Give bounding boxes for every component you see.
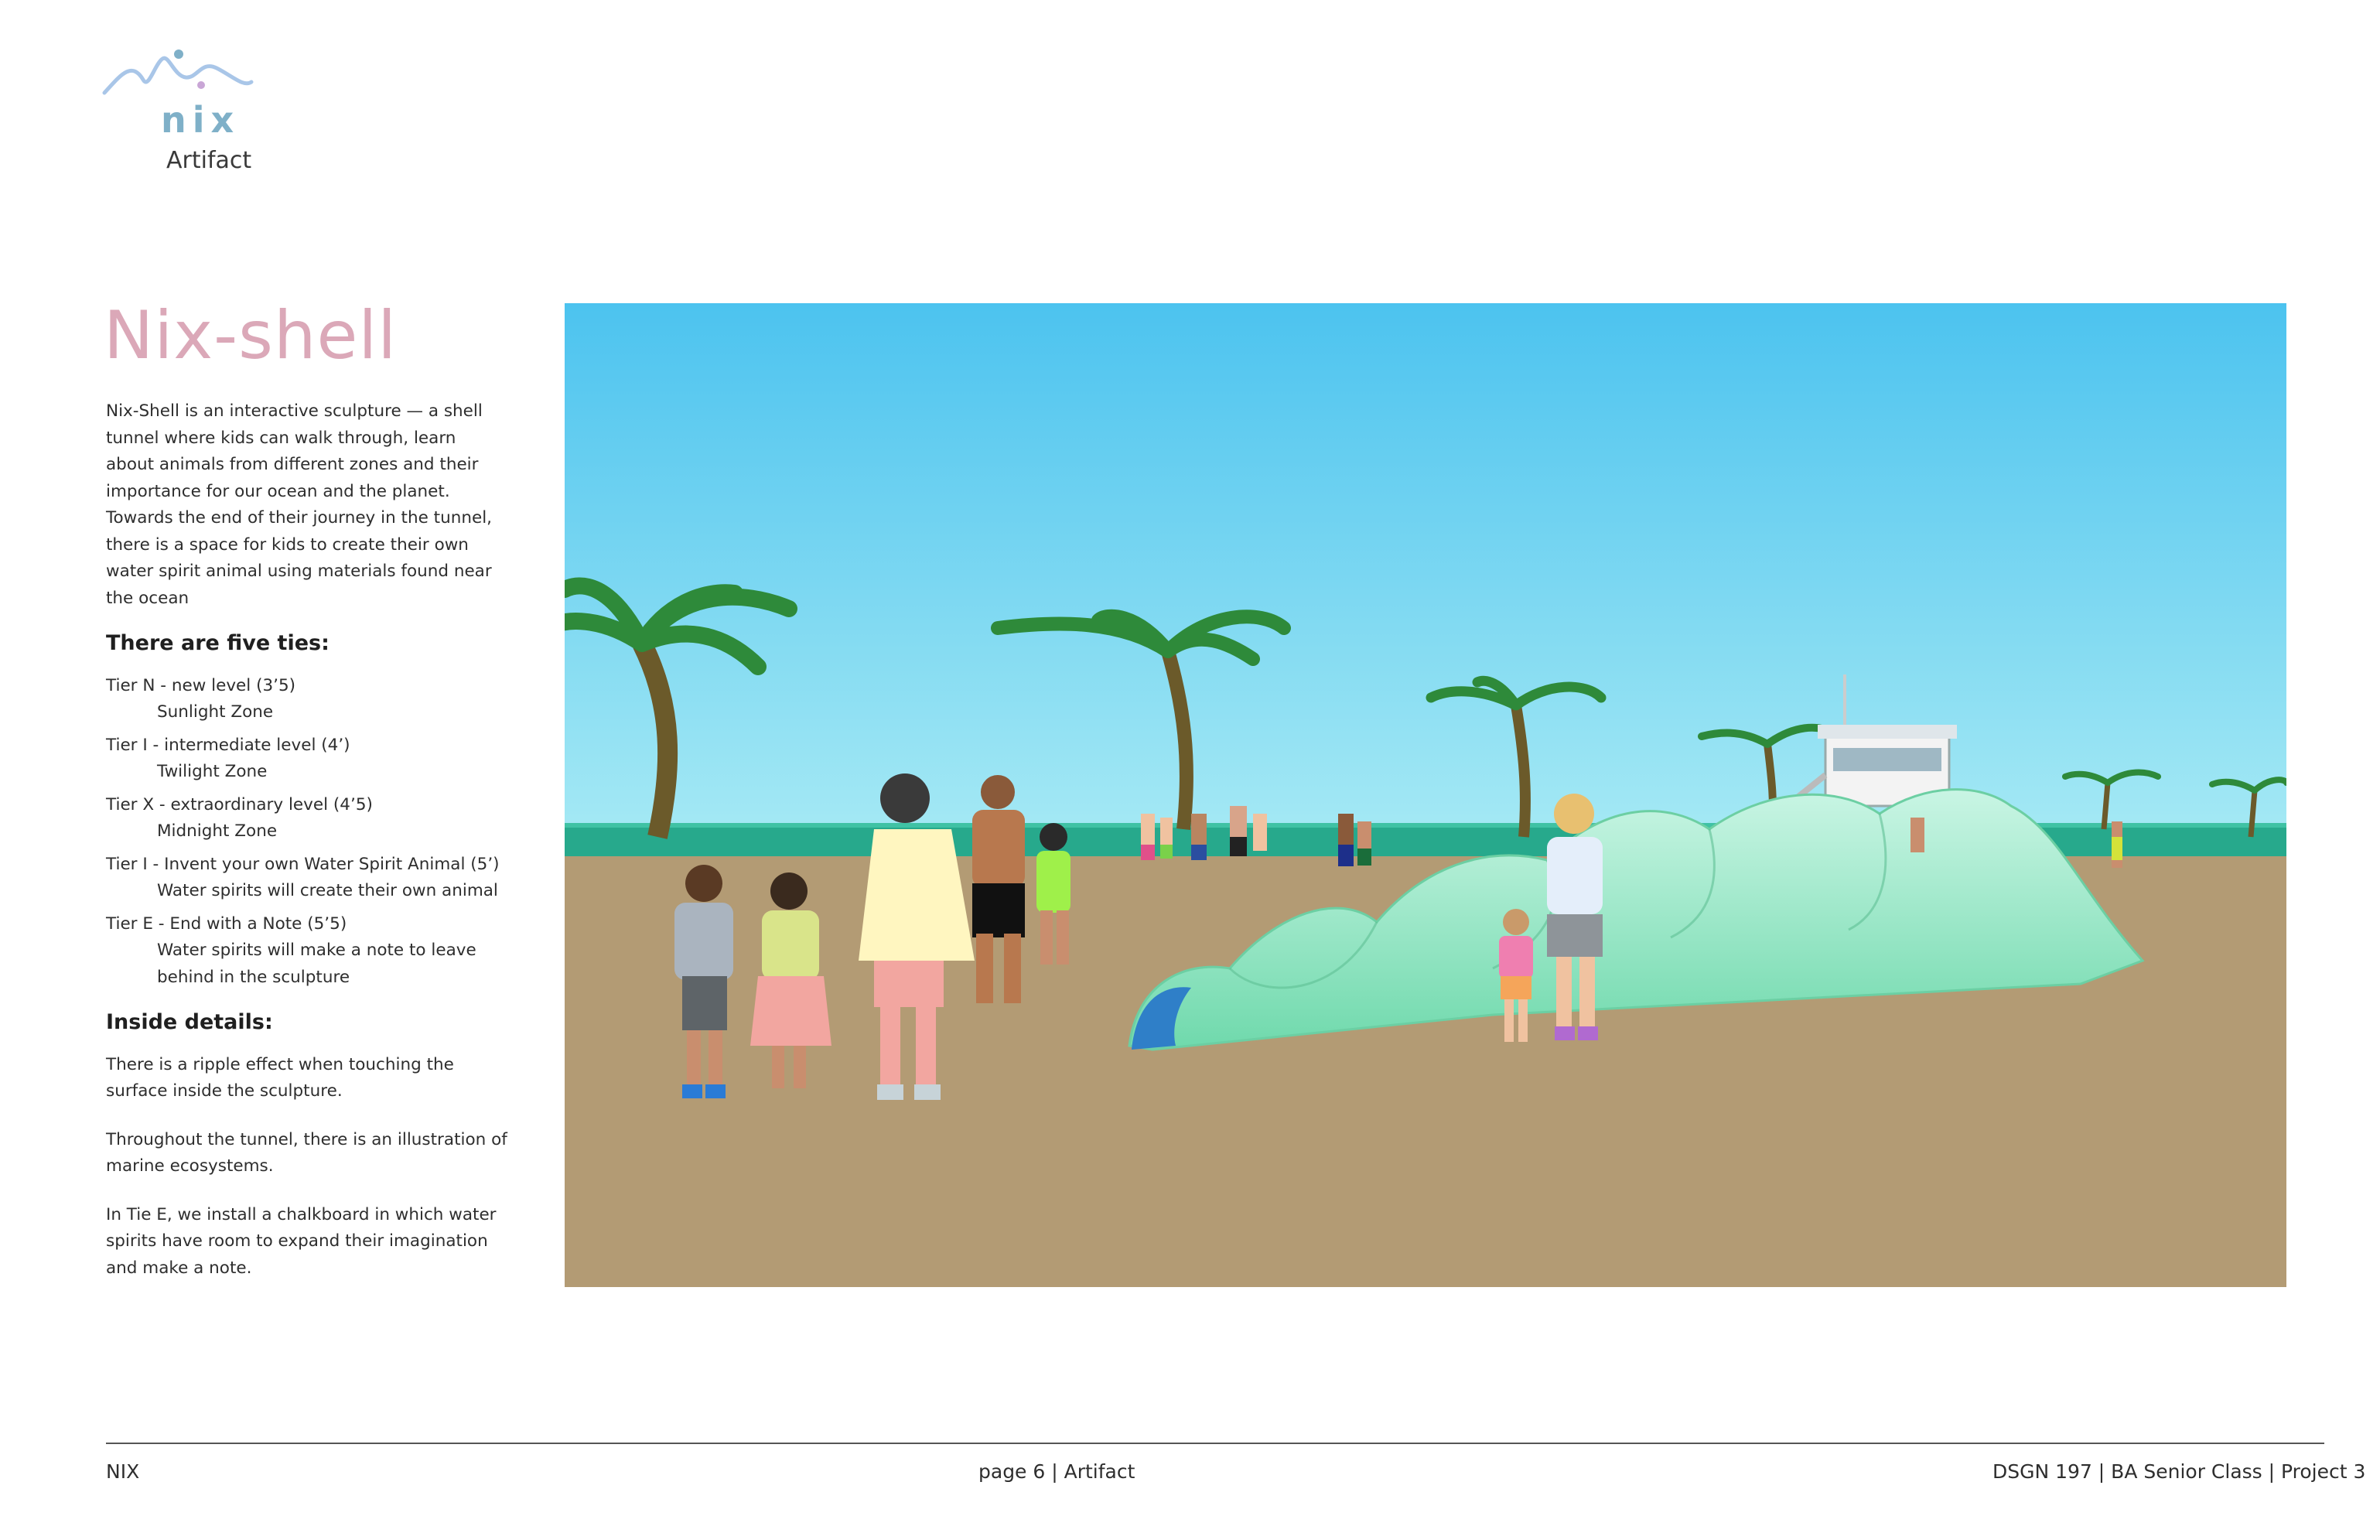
- tier-zone: Twilight Zone: [157, 762, 268, 781]
- inside-detail: In Tie E, we install a chalkboard in whi…: [106, 1204, 497, 1278]
- nix-logo: nix: [101, 45, 255, 145]
- beach-sculpture-illustration: [565, 303, 2286, 1287]
- page-title: Nix-shell: [104, 297, 398, 374]
- tier-label: Tier E - End with a Note (5’5): [106, 913, 347, 934]
- tier-item: Tier E - End with a Note (5’5) Water spi…: [106, 911, 508, 992]
- tier-zone: Midnight Zone: [157, 821, 278, 841]
- inside-details-heading: Inside details:: [106, 1010, 273, 1034]
- wave-logo-icon: [102, 50, 254, 95]
- tier-label: Tier I - Invent your own Water Spirit An…: [106, 854, 500, 874]
- tier-item: Tier X - extraordinary level (4’5) Midni…: [106, 792, 508, 845]
- footer-page-number: page 6 | Artifact: [978, 1460, 1135, 1483]
- footer-divider: [106, 1443, 2324, 1444]
- tier-label: Tier N - new level (3’5): [106, 675, 296, 695]
- section-label: Artifact: [166, 147, 252, 174]
- tier-zone: Water spirits will create their own anim…: [157, 881, 498, 900]
- inside-detail: Throughout the tunnel, there is an illus…: [106, 1129, 507, 1176]
- tier-item: Tier I - Invent your own Water Spirit An…: [106, 852, 508, 905]
- illustration-svg: [565, 303, 2286, 1287]
- tier-item: Tier I - intermediate level (4’) Twiligh…: [106, 732, 508, 786]
- tier-item: Tier N - new level (3’5) Sunlight Zone: [106, 673, 508, 726]
- inside-detail: There is a ripple effect when touching t…: [106, 1054, 454, 1101]
- tier-label: Tier I - intermediate level (4’): [106, 735, 350, 755]
- logo-wordmark: nix: [161, 99, 241, 141]
- tiers-heading: There are five ties:: [106, 631, 330, 655]
- tier-label: Tier X - extraordinary level (4’5): [106, 794, 373, 814]
- tier-zone: Water spirits will make a note to leave …: [157, 941, 476, 987]
- intro-paragraph: Nix-Shell is an interactive sculpture — …: [106, 401, 493, 608]
- tier-zone: Sunlight Zone: [157, 702, 274, 722]
- sky: [565, 303, 2286, 837]
- description-column: Nix-Shell is an interactive sculpture — …: [106, 398, 508, 1303]
- footer-left: NIX: [106, 1460, 140, 1483]
- footer-course-info: DSGN 197 | BA Senior Class | Project 3: [1992, 1460, 2366, 1483]
